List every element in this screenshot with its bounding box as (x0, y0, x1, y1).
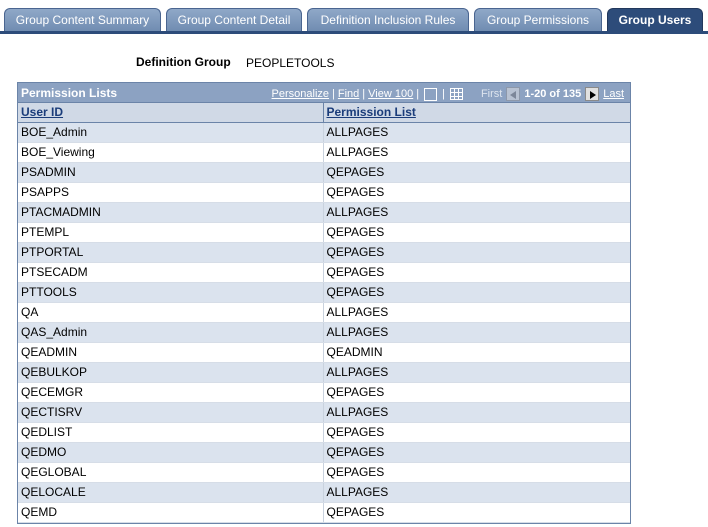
table-row: PTTOOLS QEPAGES (18, 282, 630, 303)
table-row: BOE_Admin ALLPAGES (18, 122, 630, 143)
tab-group-content-summary[interactable]: Group Content Summary (4, 8, 161, 32)
personalize-link[interactable]: Personalize (272, 88, 329, 100)
find-link[interactable]: Find (338, 88, 359, 100)
table-row: QEMD QEPAGES (18, 502, 630, 523)
user-id-cell: QA (18, 302, 324, 323)
table-row: QEBULKOP ALLPAGES (18, 362, 630, 383)
permission-list-cell: ALLPAGES (323, 122, 630, 143)
permission-list-cell: QEPAGES (323, 502, 630, 523)
permission-list-cell: ALLPAGES (323, 202, 630, 223)
definition-group-value: PEOPLETOOLS (246, 56, 335, 70)
table-row: PTACMADMIN ALLPAGES (18, 202, 630, 223)
next-arrow-icon[interactable] (585, 87, 600, 101)
table-row: QECTISRV ALLPAGES (18, 402, 630, 423)
user-id-cell: QEBULKOP (18, 362, 324, 383)
user-id-cell: PSADMIN (18, 162, 324, 183)
user-id-cell: BOE_Admin (18, 122, 324, 143)
user-id-cell: PSAPPS (18, 182, 324, 203)
user-id-cell: PTEMPL (18, 222, 324, 243)
view-100-link[interactable]: View 100 (368, 88, 413, 100)
user-id-cell: QEGLOBAL (18, 462, 324, 483)
table-row: BOE_Viewing ALLPAGES (18, 142, 630, 163)
permission-list-cell: QEPAGES (323, 262, 630, 283)
user-id-cell: PTTOOLS (18, 282, 324, 303)
table-row: QEGLOBAL QEPAGES (18, 462, 630, 483)
table-row: QECEMGR QEPAGES (18, 382, 630, 403)
user-id-cell: QEADMIN (18, 342, 324, 363)
table-row: PTPORTAL QEPAGES (18, 242, 630, 263)
permission-list-cell: ALLPAGES (323, 322, 630, 343)
permission-list-cell: QEPAGES (323, 382, 630, 403)
user-id-cell: QELOCALE (18, 482, 324, 503)
table-body: BOE_Admin ALLPAGES BOE_Viewing ALLPAGES PSAD… (18, 122, 630, 523)
user-id-cell: QECTISRV (18, 402, 324, 423)
tab-divider (0, 31, 708, 34)
table-row: QEADMIN QEADMIN (18, 342, 630, 363)
row-range: 1-20 of 135 (524, 88, 582, 100)
tab-definition-inclusion-rules[interactable]: Definition Inclusion Rules (307, 8, 469, 32)
permission-list-cell: QEPAGES (323, 242, 630, 263)
table-row: QEDMO QEPAGES (18, 442, 630, 463)
tab-group-content-detail[interactable]: Group Content Detail (166, 8, 302, 32)
tab-group-permissions[interactable]: Group Permissions (474, 8, 602, 32)
grid-header: Permission Lists Personalize | Find | Vi… (18, 83, 630, 103)
table-row: QAS_Admin ALLPAGES (18, 322, 630, 343)
permission-list-cell: ALLPAGES (323, 402, 630, 423)
tab-bar: Group Content Summary Group Content Deta… (0, 8, 708, 32)
column-header-permission-list[interactable]: Permission List (323, 103, 630, 123)
table-row: PSADMIN QEPAGES (18, 162, 630, 183)
permission-list-cell: QEPAGES (323, 442, 630, 463)
permission-list-cell: ALLPAGES (323, 362, 630, 383)
table-row: QEDLIST QEPAGES (18, 422, 630, 443)
user-id-cell: QEDMO (18, 442, 324, 463)
permission-list-cell: ALLPAGES (323, 142, 630, 163)
permission-list-cell: QEPAGES (323, 222, 630, 243)
permission-list-cell: ALLPAGES (323, 482, 630, 503)
permission-list-cell: QEADMIN (323, 342, 630, 363)
table-row: QELOCALE ALLPAGES (18, 482, 630, 503)
download-spreadsheet-icon[interactable] (449, 88, 463, 100)
user-id-cell: QEDLIST (18, 422, 324, 443)
permission-list-cell: QEPAGES (323, 162, 630, 183)
column-header-user-id[interactable]: User ID (18, 103, 324, 123)
user-id-cell: QECEMGR (18, 382, 324, 403)
user-id-cell: PTPORTAL (18, 242, 324, 263)
first-link: First (480, 88, 503, 100)
table-row: PTEMPL QEPAGES (18, 222, 630, 243)
user-id-cell: QAS_Admin (18, 322, 324, 343)
permission-list-cell: QEPAGES (323, 422, 630, 443)
definition-group-label: Definition Group (136, 55, 231, 69)
table-row: QA ALLPAGES (18, 302, 630, 323)
permission-lists-table: User ID Permission List BOE_Admin ALLPAGE… (18, 103, 630, 523)
grid-title: Permission Lists (21, 86, 118, 100)
user-id-cell: PTSECADM (18, 262, 324, 283)
permission-list-cell: QEPAGES (323, 182, 630, 203)
permission-lists-grid: Permission Lists Personalize | Find | Vi… (17, 82, 631, 524)
grid-navigation: Personalize | Find | View 100 | | First … (271, 87, 624, 101)
user-id-cell: BOE_Viewing (18, 142, 324, 163)
table-row: PSAPPS QEPAGES (18, 182, 630, 203)
permission-list-cell: ALLPAGES (323, 302, 630, 323)
permission-list-cell: QEPAGES (323, 282, 630, 303)
table-row: PTSECADM QEPAGES (18, 262, 630, 283)
permission-list-cell: QEPAGES (323, 462, 630, 483)
previous-arrow-icon (506, 87, 521, 101)
user-id-cell: PTACMADMIN (18, 202, 324, 223)
tab-group-users[interactable]: Group Users (607, 8, 703, 32)
new-window-icon[interactable] (424, 87, 438, 101)
last-link[interactable]: Last (603, 88, 624, 100)
user-id-cell: QEMD (18, 502, 324, 523)
